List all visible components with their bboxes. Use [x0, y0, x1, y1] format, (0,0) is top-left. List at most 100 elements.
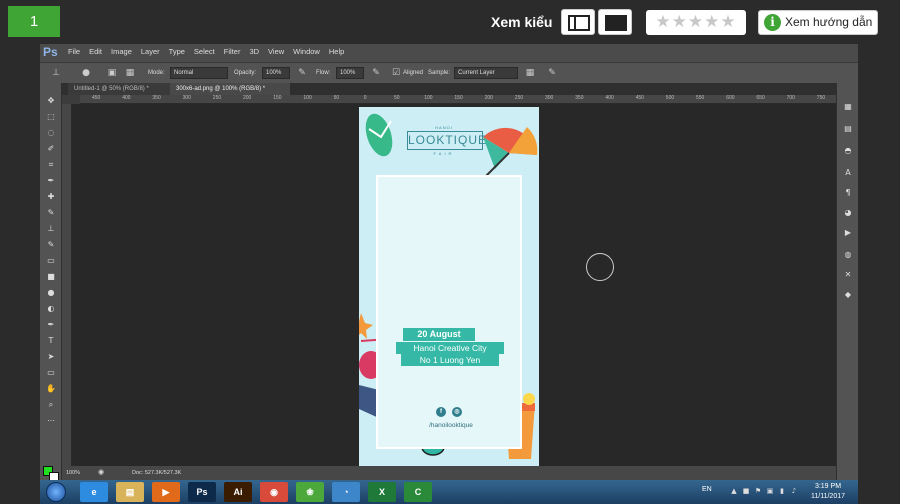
adjustments-panel-icon[interactable]: ◓	[841, 145, 855, 157]
status-bar: 100% ◉ Doc: 527.3K/527.3K	[62, 466, 836, 480]
photoshop-icon[interactable]: Ps	[188, 482, 216, 502]
ad-banner: HANOI LOOKTIQUE FAIR 20 August Hanoi Cre…	[359, 107, 539, 466]
menu-items: File Edit Image Layer Type Select Filter 3D View…	[68, 47, 344, 56]
language-indicator[interactable]: EN	[702, 486, 712, 493]
eraser-tool-icon[interactable]: ▭	[45, 255, 57, 266]
banner-frame	[376, 175, 522, 449]
pressure-opacity-icon[interactable]: ✎	[296, 67, 308, 79]
properties-panel-icon[interactable]: ▤	[841, 123, 855, 135]
folder-icon[interactable]: ▤	[116, 482, 144, 502]
eyedropper-tool-icon[interactable]: ✒	[45, 175, 57, 186]
move-tool-icon[interactable]: ✥	[45, 95, 57, 106]
full-layout-icon	[605, 15, 627, 31]
paragraph-panel-icon[interactable]: ¶	[841, 187, 855, 199]
quick-select-tool-icon[interactable]: ✐	[45, 143, 57, 154]
hand-tool-icon[interactable]: ✋	[45, 383, 57, 394]
tray-monitor-icon[interactable]: ▣	[766, 487, 774, 496]
zoom-tool-icon[interactable]: ⌕	[45, 399, 57, 410]
ignore-adjustment-icon[interactable]: ▦	[524, 67, 536, 79]
history-brush-tool-icon[interactable]: ✎	[45, 239, 57, 250]
brush-preset-icon[interactable]: ●	[80, 67, 92, 79]
brush-panel-icon[interactable]: ▣	[106, 67, 118, 79]
document-tabs: Untitled-1 @ 50% (RGB/8) * 300x6-ad.png …	[62, 83, 836, 95]
paths-panel-icon[interactable]: ✕	[841, 269, 855, 281]
shape-tool-icon[interactable]: ▭	[45, 367, 57, 378]
lasso-tool-icon[interactable]: ◌	[45, 127, 57, 138]
channels-panel-icon[interactable]: ◍	[841, 249, 855, 261]
clone-source-icon[interactable]: ▦	[124, 67, 136, 79]
type-tool-icon[interactable]: T	[45, 335, 57, 346]
menu-image[interactable]: Image	[111, 47, 132, 56]
tab-untitled[interactable]: Untitled-1 @ 50% (RGB/8) *	[68, 83, 170, 95]
brush-tool-icon[interactable]: ✎	[45, 207, 57, 218]
aligned-checkbox[interactable]: ☑	[390, 67, 402, 79]
styles-panel-icon[interactable]: ◕	[841, 207, 855, 219]
excel-icon[interactable]: X	[368, 482, 396, 502]
pen-tool-icon[interactable]: ✒	[45, 319, 57, 330]
menu-view[interactable]: View	[268, 47, 284, 56]
mode-select[interactable]: Normal	[170, 67, 228, 79]
tray-arrow-icon[interactable]: ▲	[730, 487, 738, 496]
slide-number[interactable]: 1	[8, 6, 60, 37]
layers-panel-icon[interactable]: ◆	[841, 289, 855, 301]
chrome-icon[interactable]: ◉	[260, 482, 288, 502]
menu-select[interactable]: Select	[194, 47, 215, 56]
photoshop-logo: Ps	[43, 45, 58, 59]
healing-tool-icon[interactable]: ✚	[45, 191, 57, 202]
coccoc-icon[interactable]: ❀	[296, 482, 324, 502]
camtasia-icon[interactable]: C	[404, 482, 432, 502]
clock-time[interactable]: 3:19 PM	[807, 483, 849, 490]
opacity-field[interactable]: 100%	[262, 67, 290, 79]
menu-filter[interactable]: Filter	[224, 47, 241, 56]
history-panel-icon[interactable]: ▦	[841, 101, 855, 113]
flipflop-icon	[365, 113, 393, 157]
view-full-button[interactable]	[598, 9, 632, 35]
ie-icon[interactable]: e	[80, 482, 108, 502]
gradient-tool-icon[interactable]: ■	[45, 271, 57, 282]
character-panel-icon[interactable]: A	[841, 167, 855, 179]
options-bar: ⊥ ● ▣ ▦ Mode: Normal Opacity: 100% ✎ Flo…	[40, 62, 858, 83]
tray-app-icon[interactable]: ■	[742, 487, 750, 496]
airbrush-icon[interactable]: ✎	[370, 67, 382, 79]
starfish-icon	[359, 313, 373, 339]
media-player-icon[interactable]: ▶	[152, 482, 180, 502]
event-place: Hanoi Creative City	[396, 342, 504, 354]
actions-panel-icon[interactable]: ▶	[841, 227, 855, 239]
start-button[interactable]	[46, 482, 66, 502]
illustrator-icon[interactable]: Ai	[224, 482, 252, 502]
clock-date[interactable]: 11/11/2017	[807, 493, 849, 500]
tray-volume-icon[interactable]: ♪	[790, 487, 798, 496]
clone-stamp-icon[interactable]: ⊥	[50, 67, 62, 79]
vertical-ruler	[62, 104, 72, 466]
ruler-tick: 300	[182, 95, 191, 101]
guide-button[interactable]: i Xem hướng dẫn	[758, 10, 878, 35]
menu-edit[interactable]: Edit	[89, 47, 102, 56]
ruler-tick: 0	[363, 95, 367, 101]
menu-3d[interactable]: 3D	[249, 47, 259, 56]
edit-toolbar-icon[interactable]: ⋯	[45, 415, 57, 426]
zoom-level[interactable]: 100%	[66, 466, 80, 480]
menu-help[interactable]: Help	[329, 47, 344, 56]
menu-file[interactable]: File	[68, 47, 80, 56]
tab-ad-png[interactable]: 300x6-ad.png @ 100% (RGB/8) *	[170, 83, 290, 95]
tray-flag-icon[interactable]: ⚑	[754, 487, 762, 496]
marquee-tool-icon[interactable]: ⬚	[45, 111, 57, 122]
sample-label: Sample:	[428, 70, 451, 76]
menu-window[interactable]: Window	[293, 47, 320, 56]
clone-stamp-tool-icon[interactable]: ⊥	[45, 223, 57, 234]
flow-field[interactable]: 100%	[336, 67, 364, 79]
star-rating[interactable]: ★★★★★	[646, 10, 746, 35]
chat-icon[interactable]: ◔	[332, 482, 360, 502]
crop-tool-icon[interactable]: ⌗	[45, 159, 57, 170]
blur-tool-icon[interactable]: ●	[45, 287, 57, 298]
sample-select[interactable]: Current Layer	[454, 67, 518, 79]
menu-type[interactable]: Type	[169, 47, 185, 56]
pressure-size-icon[interactable]: ✎	[546, 67, 558, 79]
ruler-tick: 100	[424, 95, 433, 101]
view-sidebar-button[interactable]	[561, 9, 595, 35]
tray-network-icon[interactable]: ▮	[778, 487, 786, 496]
status-menu-icon[interactable]: ◉	[98, 466, 104, 480]
path-select-tool-icon[interactable]: ➤	[45, 351, 57, 362]
dodge-tool-icon[interactable]: ◐	[45, 303, 57, 314]
menu-layer[interactable]: Layer	[141, 47, 160, 56]
